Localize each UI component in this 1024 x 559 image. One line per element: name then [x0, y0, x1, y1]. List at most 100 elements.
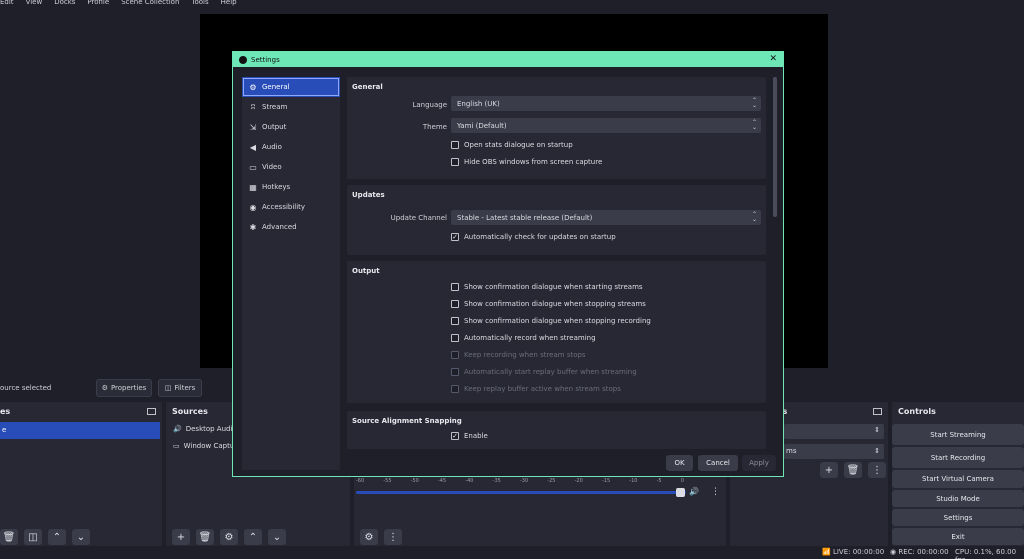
nav-item-general[interactable]: ⚙ General — [242, 77, 340, 97]
duration-input[interactable]: ms ⇕ — [784, 444, 884, 459]
mixer-tick: -10 — [629, 478, 638, 484]
ok-button[interactable]: OK — [666, 455, 693, 471]
chevron-up-icon: ⌃ — [248, 531, 258, 543]
confirm-start-stream-checkbox-row[interactable]: Show confirmation dialogue when starting… — [451, 283, 643, 291]
update-channel-select[interactable]: Stable - Latest stable release (Default)… — [451, 210, 761, 225]
start-streaming-button[interactable]: Start Streaming — [892, 424, 1024, 445]
menu-edit[interactable]: Edit — [0, 0, 14, 8]
gear-icon: ⚙ — [249, 82, 257, 92]
transition-menu-button[interactable]: ⋮ — [868, 462, 886, 478]
volume-slider[interactable] — [356, 491, 686, 494]
mixer-tick: -30 — [519, 478, 529, 484]
close-icon[interactable]: ✕ — [769, 54, 777, 64]
theme-label: Theme — [422, 123, 447, 131]
nav-label: Stream — [262, 103, 288, 111]
keep-replay-buffer-checkbox-row: Keep replay buffer active when stream st… — [451, 385, 621, 393]
checkbox[interactable] — [451, 158, 459, 166]
settings-button[interactable]: Settings — [892, 509, 1024, 526]
add-transition-button[interactable]: + — [820, 462, 838, 478]
start-virtual-camera-button[interactable]: Start Virtual Camera — [892, 470, 1024, 488]
scene-filters-button[interactable]: ◫ — [24, 529, 42, 545]
output-group: Output Show confirmation dialogue when s… — [347, 261, 766, 403]
scene-item[interactable]: e — [0, 422, 160, 439]
checkbox-label: Show confirmation dialogue when stopping… — [464, 317, 651, 325]
hide-obs-checkbox-row[interactable]: Hide OBS windows from screen capture — [451, 158, 602, 166]
move-scene-up-button[interactable]: ⌃ — [48, 529, 66, 545]
open-stats-checkbox-row[interactable]: Open stats dialogue on startup — [451, 141, 573, 149]
checkbox[interactable] — [451, 283, 459, 291]
float-dock-icon[interactable] — [147, 407, 156, 415]
exit-button[interactable]: Exit — [892, 528, 1024, 545]
menu-tools[interactable]: Tools — [191, 0, 208, 8]
menu-view[interactable]: View — [26, 0, 43, 8]
theme-value: Yami (Default) — [457, 121, 507, 130]
remove-scene-button[interactable]: 🗑 — [0, 529, 18, 545]
menu-docks[interactable]: Docks — [54, 0, 75, 8]
mixer-settings-button[interactable]: ⚙ — [360, 529, 378, 545]
nav-item-stream[interactable]: ʭ Stream — [242, 97, 340, 117]
checkbox[interactable] — [451, 300, 459, 308]
snapping-group: Source Alignment Snapping ✓ Enable — [347, 411, 766, 449]
sources-title: Sources — [172, 406, 208, 416]
float-dock-icon[interactable] — [873, 407, 882, 415]
nav-item-video[interactable]: ▭ Video — [242, 157, 340, 177]
output-icon: ⇲ — [249, 122, 257, 132]
start-recording-button[interactable]: Start Recording — [892, 447, 1024, 468]
menu-profile[interactable]: Profile — [87, 0, 109, 8]
volume-handle[interactable] — [676, 488, 685, 497]
mixer-menu-icon[interactable]: ⋮ — [711, 487, 720, 497]
chevron-down-icon: ⌄ — [272, 531, 282, 543]
nav-item-output[interactable]: ⇲ Output — [242, 117, 340, 137]
add-source-button[interactable]: + — [172, 529, 190, 545]
theme-select[interactable]: Yami (Default) ⌃ ⌄ — [451, 118, 761, 133]
remove-transition-button[interactable]: 🗑 — [844, 462, 862, 478]
checkbox-label: Open stats dialogue on startup — [464, 141, 573, 149]
snapping-enable-checkbox-row[interactable]: ✓ Enable — [451, 432, 488, 440]
checkbox-checked[interactable]: ✓ — [451, 432, 459, 440]
nav-item-accessibility[interactable]: ◉ Accessibility — [242, 197, 340, 217]
move-source-down-button[interactable]: ⌄ — [268, 529, 286, 545]
checkbox-label: Show confirmation dialogue when stopping… — [464, 300, 646, 308]
studio-mode-button[interactable]: Studio Mode — [892, 490, 1024, 507]
auto-check-updates-checkbox-row[interactable]: ✓ Automatically check for updates on sta… — [451, 233, 616, 241]
nav-item-hotkeys[interactable]: ▦ Hotkeys — [242, 177, 340, 197]
duration-unit: ms — [786, 447, 797, 455]
confirm-stop-stream-checkbox-row[interactable]: Show confirmation dialogue when stopping… — [451, 300, 646, 308]
nav-item-advanced[interactable]: ✱ Advanced — [242, 217, 340, 237]
remove-source-button[interactable]: 🗑 — [196, 529, 214, 545]
transition-select[interactable]: ⇕ — [784, 424, 884, 439]
tools-icon: ✱ — [249, 222, 257, 232]
dialog-titlebar[interactable]: Settings ✕ — [233, 52, 783, 67]
dialog-title: Settings — [251, 55, 280, 64]
auto-record-checkbox-row[interactable]: Automatically record when streaming — [451, 334, 596, 342]
cancel-button[interactable]: Cancel — [698, 455, 738, 471]
speaker-icon[interactable]: 🔊 — [689, 487, 699, 496]
speaker-icon: 🔊 — [173, 424, 182, 433]
update-channel-label: Update Channel — [390, 214, 447, 222]
group-title-output: Output — [352, 267, 380, 275]
menu-help[interactable]: Help — [221, 0, 237, 8]
confirm-stop-recording-checkbox-row[interactable]: Show confirmation dialogue when stopping… — [451, 317, 651, 325]
move-source-up-button[interactable]: ⌃ — [244, 529, 262, 545]
language-select[interactable]: English (UK) ⌃ ⌄ — [451, 96, 761, 111]
properties-button[interactable]: ⚙ Properties — [96, 379, 152, 397]
apply-button[interactable]: Apply — [742, 455, 776, 471]
general-group: General Language English (UK) ⌃ ⌄ Theme Y… — [347, 77, 766, 179]
move-scene-down-button[interactable]: ⌄ — [72, 529, 90, 545]
filters-button[interactable]: ◫ Filters — [158, 379, 202, 397]
chevron-updown-icon: ⌃ ⌄ — [751, 97, 757, 109]
checkbox-label: Keep recording when stream stops — [464, 351, 586, 359]
nav-item-audio[interactable]: ◀ Audio — [242, 137, 340, 157]
checkbox[interactable] — [451, 141, 459, 149]
menu-scene-collection[interactable]: Scene Collection — [121, 0, 179, 8]
settings-scrollbar[interactable] — [773, 77, 777, 217]
selection-status: ource selected — [0, 384, 52, 392]
checkbox[interactable] — [451, 317, 459, 325]
mixer-menu-button[interactable]: ⋮ — [384, 529, 402, 545]
checkbox-checked[interactable]: ✓ — [451, 233, 459, 241]
monitor-icon: ▭ — [249, 162, 257, 172]
checkbox[interactable] — [451, 334, 459, 342]
nav-label: Output — [262, 123, 287, 131]
group-title-general: General — [352, 83, 383, 91]
source-properties-button[interactable]: ⚙ — [220, 529, 238, 545]
